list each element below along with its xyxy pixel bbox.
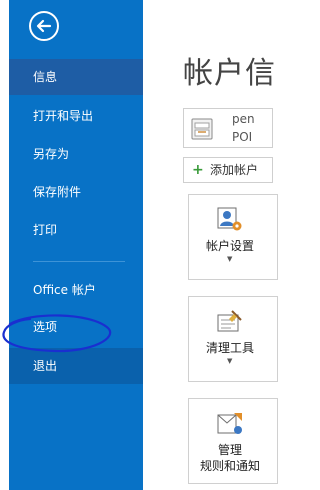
- rules-alerts-label: 规则和通知: [199, 459, 260, 473]
- sidebar-item-save-attachments[interactable]: 保存附件: [9, 174, 143, 210]
- page-title: 帐户信: [183, 56, 276, 91]
- add-account-button[interactable]: + 添加帐户: [183, 157, 273, 183]
- account-settings-label: 帐户设置: [205, 239, 254, 253]
- back-button[interactable]: [29, 11, 59, 41]
- sidebar-item-office-account[interactable]: Office 帐户: [9, 272, 143, 308]
- rules-alerts-icon: [217, 413, 242, 434]
- account-type: POI: [232, 130, 253, 144]
- sidebar-item-print[interactable]: 打印: [9, 212, 143, 248]
- account-email: pen: [232, 112, 255, 126]
- manage-label: 管理: [217, 443, 242, 457]
- account-settings-button[interactable]: 帐户设置 ▼: [188, 194, 278, 280]
- sidebar-item-options[interactable]: 选项: [9, 309, 143, 345]
- mail-account-icon: [191, 118, 213, 140]
- account-settings-icon: [217, 207, 242, 231]
- manage-rules-button[interactable]: 管理 规则和通知: [188, 398, 278, 484]
- sidebar-item-save-as[interactable]: 另存为: [9, 136, 143, 172]
- sidebar-item-exit[interactable]: 退出: [9, 348, 143, 384]
- sidebar-item-info[interactable]: 信息: [9, 59, 143, 95]
- main-panel: 帐户信 pen POI + 添加帐户 帐户设置 ▼ 清理工具 ▼ 管理 规则和通…: [143, 0, 278, 490]
- account-selector[interactable]: pen POI: [183, 108, 273, 148]
- cleanup-tools-label: 清理工具: [205, 341, 254, 355]
- window-left-edge: [0, 0, 9, 490]
- plus-icon: +: [192, 162, 204, 178]
- back-arrow-icon: [36, 19, 52, 33]
- add-account-label: 添加帐户: [210, 163, 259, 177]
- chevron-down-icon: ▼: [227, 357, 233, 365]
- sidebar-divider: [33, 261, 125, 262]
- chevron-down-icon: ▼: [227, 255, 233, 263]
- cleanup-tools-button[interactable]: 清理工具 ▼: [188, 296, 278, 382]
- sidebar-item-open-export[interactable]: 打开和导出: [9, 98, 143, 134]
- cleanup-tools-icon: [217, 310, 242, 332]
- backstage-sidebar: 信息 打开和导出 另存为 保存附件 打印 Office 帐户 选项 退出: [9, 0, 143, 490]
